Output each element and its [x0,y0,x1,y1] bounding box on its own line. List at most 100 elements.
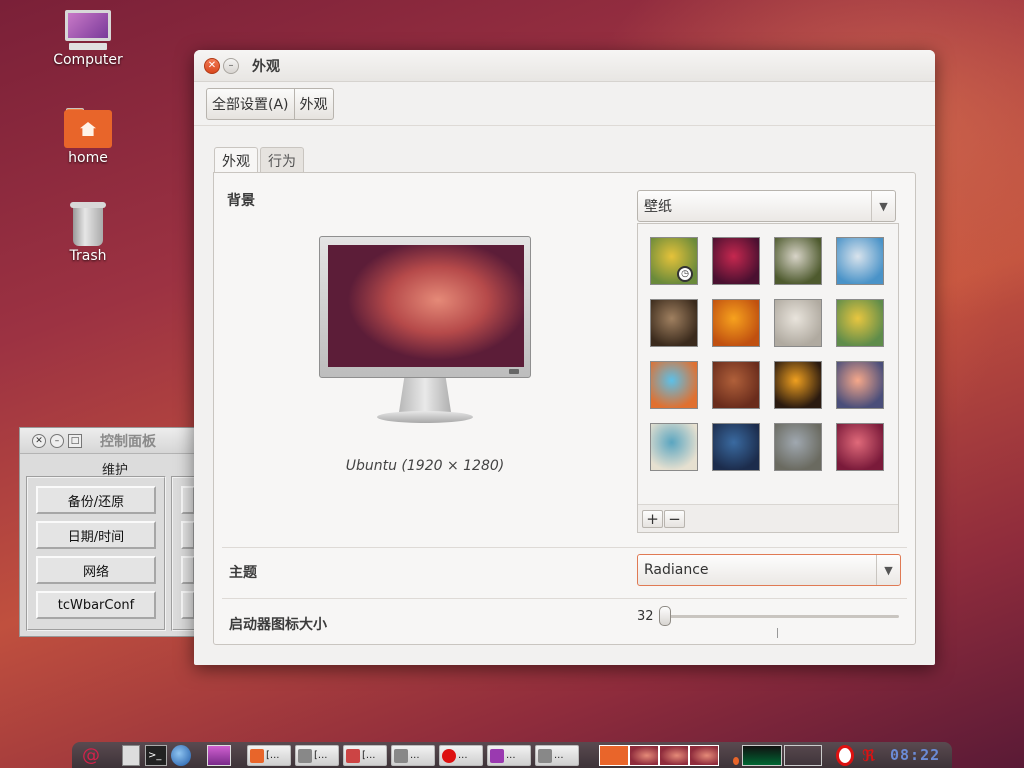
taskbar-task[interactable]: [... [247,745,291,766]
desktop-icon-label: home [68,150,108,166]
breadcrumb-appearance[interactable]: 外观 [295,89,333,119]
status-dot [733,757,739,765]
wallpaper-thumbnail[interactable] [774,361,822,409]
slider-tick [777,628,778,638]
wallpaper-thumbnail[interactable]: ◷ [650,237,698,285]
wallpaper-source-value: 壁纸 [644,199,672,215]
control-panel-taskbar-icon[interactable] [207,745,231,766]
desktop-icon-trash[interactable]: Trash [43,202,133,264]
browser-globe-icon[interactable] [171,745,191,766]
breadcrumb: 全部设置(A) 外观 [206,87,334,120]
wallpaper-thumbnail[interactable] [650,423,698,471]
wallpaper-thumbnail[interactable] [712,237,760,285]
network-button[interactable]: 网络 [36,556,156,584]
desktop-icon-label: Trash [69,248,107,264]
taskbar-task[interactable]: [... [295,745,339,766]
backup-restore-button[interactable]: 备份/还原 [36,486,156,514]
appearance-window: ✕ – 外观 全部设置(A) 外观 外观 行为 背景 Ubuntu (1920 … [194,50,935,665]
add-wallpaper-button[interactable]: + [642,510,663,528]
maximize-icon[interactable]: □ [68,433,82,448]
memory-meter [784,745,822,766]
keyboard-indicator-icon[interactable]: ℜ [862,745,878,766]
close-icon[interactable]: ✕ [204,57,220,74]
taskbar-task[interactable]: ... [391,745,435,766]
partial-button[interactable] [181,591,195,619]
home-folder-icon [250,748,264,763]
wallpaper-thumbnail[interactable] [836,361,884,409]
workspace-1[interactable] [599,745,629,766]
desktop-icon-home[interactable]: home [43,108,133,166]
wallpaper-thumbnail[interactable] [774,423,822,471]
window-titlebar: ✕ – 外观 [194,50,935,82]
chevron-down-icon: ▼ [871,191,895,221]
trash-icon [70,202,106,246]
home-folder-icon [64,108,112,148]
tcwbarconf-button[interactable]: tcWbarConf [36,591,156,619]
window-icon [538,748,552,763]
window-toolbar: 全部设置(A) 外观 [194,82,935,126]
minimize-icon[interactable]: – [223,57,239,74]
wallpaper-thumbnail[interactable] [836,423,884,471]
wallpaper-list-footer: + − [638,504,898,532]
appearance-panel: 背景 Ubuntu (1920 × 1280) 壁纸 ▼ ◷ + − 主题 Ra… [213,172,916,645]
wallpaper-thumbnail[interactable] [836,299,884,347]
opera-icon [442,748,456,763]
workspace-2[interactable] [629,745,659,766]
taskbar-task[interactable]: ... [535,745,579,766]
divider [222,547,907,548]
slider-handle[interactable] [659,606,671,626]
wallpaper-thumbnail[interactable] [650,361,698,409]
preview-screen [328,245,524,367]
control-panel-group: 备份/还原 日期/时间 网络 tcWbarConf [26,476,166,631]
launcher-size-slider[interactable] [659,615,899,618]
selected-clock-icon: ◷ [677,266,693,282]
theme-dropdown[interactable]: Radiance ▼ [637,554,901,586]
partial-button[interactable] [181,521,195,549]
app-icon [346,748,360,763]
tab-bar: 外观 行为 [214,147,306,173]
close-icon[interactable]: ✕ [32,433,46,448]
control-panel-icon [490,748,504,763]
control-panel-titlebar: ✕ – □ 控制面板 [20,428,198,454]
window-icon [298,748,312,763]
workspace-3[interactable] [659,745,689,766]
workspace-4[interactable] [689,745,719,766]
launcher-size-value: 32 [637,609,654,624]
minimize-icon[interactable]: – [50,433,64,448]
wallpaper-grid: ◷ [650,237,884,471]
wallpaper-source-dropdown[interactable]: 壁纸 ▼ [637,190,896,222]
wallpaper-thumbnail[interactable] [774,237,822,285]
wallpaper-thumbnail[interactable] [836,237,884,285]
control-panel-title: 控制面板 [100,433,156,450]
taskbar-task[interactable]: ... [439,745,483,766]
clock: 08:22 [890,746,941,764]
partial-button[interactable] [181,486,195,514]
theme-value: Radiance [644,562,709,578]
terminal-icon[interactable]: >_ [145,745,167,766]
chevron-down-icon: ▼ [876,555,900,585]
desktop-icon-computer[interactable]: Computer [43,10,133,68]
desktop-preview [319,236,531,426]
wallpaper-list: ◷ + − [637,223,899,533]
date-time-button[interactable]: 日期/时间 [36,521,156,549]
resolution-caption: Ubuntu (1920 × 1280) [345,458,505,474]
wallpaper-thumbnail[interactable] [650,299,698,347]
opera-icon[interactable] [836,745,854,766]
debian-swirl-icon[interactable]: @ [82,745,102,766]
wallpaper-thumbnail[interactable] [774,299,822,347]
breadcrumb-all-settings[interactable]: 全部设置(A) [207,88,295,119]
file-cabinet-icon[interactable] [122,745,140,766]
partial-button[interactable] [181,556,195,584]
wallpaper-thumbnail[interactable] [712,299,760,347]
launcher-icon-size-label: 启动器图标大小 [229,617,327,633]
tab-behavior[interactable]: 行为 [260,147,304,172]
tab-appearance[interactable]: 外观 [214,147,258,173]
wallpaper-thumbnail[interactable] [712,361,760,409]
window-icon [394,748,408,763]
remove-wallpaper-button[interactable]: − [664,510,685,528]
wallpaper-thumbnail[interactable] [712,423,760,471]
taskbar-task[interactable]: ... [487,745,531,766]
window-title: 外观 [252,58,280,75]
taskbar-task[interactable]: [... [343,745,387,766]
control-panel-window: ✕ – □ 控制面板 维护 备份/还原 日期/时间 网络 tcWbarConf [19,427,199,637]
